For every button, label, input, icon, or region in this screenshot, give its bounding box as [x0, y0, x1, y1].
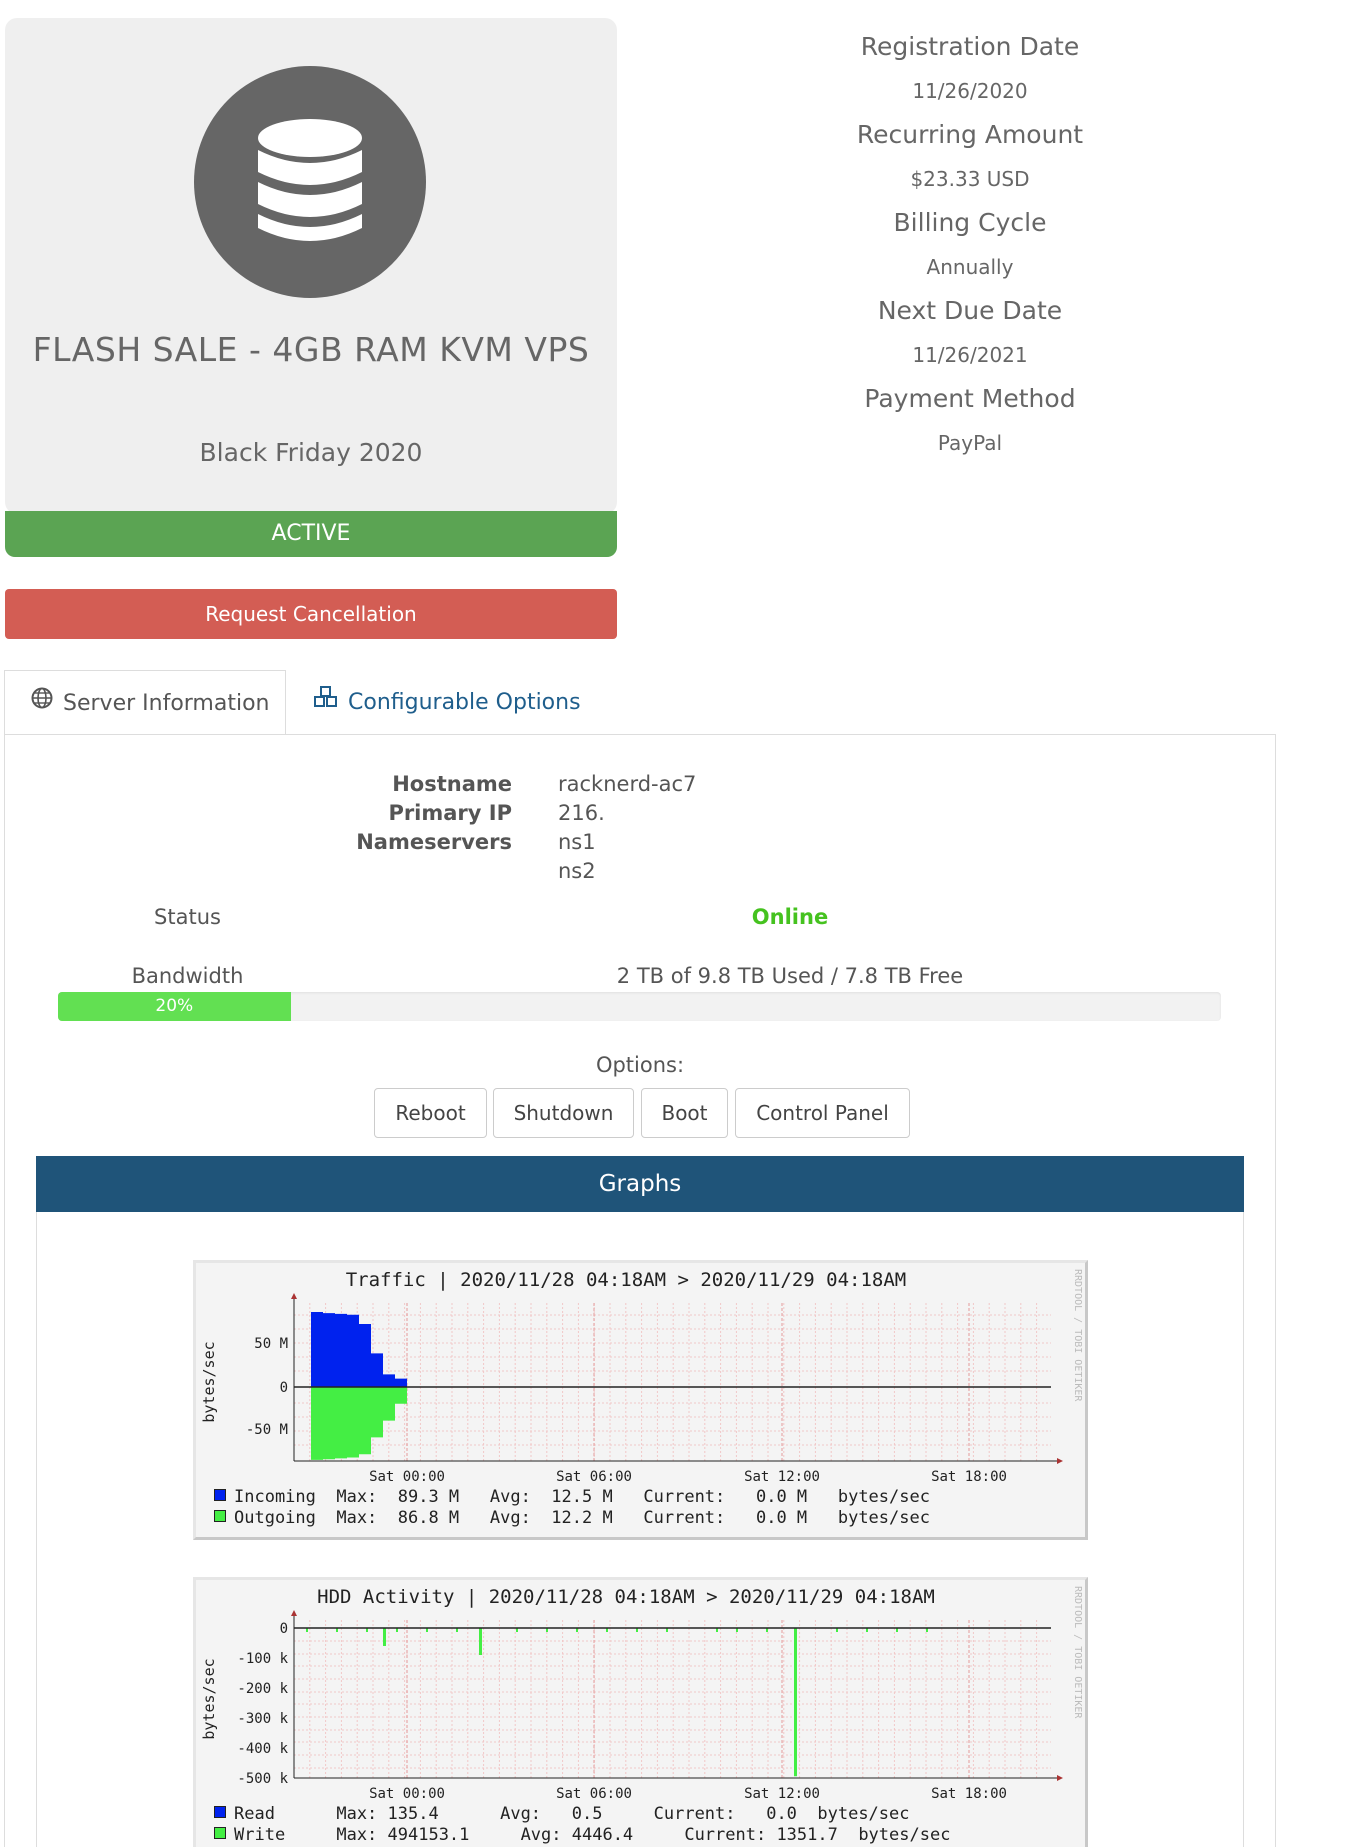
boot-button[interactable]: Boot: [641, 1088, 728, 1138]
tab-configurable-options[interactable]: Configurable Options: [286, 670, 626, 735]
billing-cycle-value: Annually: [926, 255, 1014, 279]
x-axis-arrow: [1057, 1458, 1063, 1464]
payment-method-label: Payment Method: [864, 384, 1076, 413]
billing-cycle-label: Billing Cycle: [893, 208, 1047, 237]
status-badge: ACTIVE: [5, 511, 617, 557]
x-tick-label: Sat 06:00: [556, 1786, 632, 1802]
read-swatch: [214, 1806, 226, 1818]
x-axis-arrow: [1057, 1775, 1063, 1781]
legend-write: Write Max: 494153.1 Avg: 4446.4 Current:…: [214, 1825, 950, 1845]
nameservers-label: Nameservers: [356, 830, 512, 854]
tab-server-information-label: Server Information: [63, 691, 270, 716]
y-tick-label: 0: [280, 1380, 288, 1396]
request-cancellation-button[interactable]: Request Cancellation: [5, 589, 617, 639]
status-label: Status: [154, 905, 221, 929]
globe-icon: [31, 670, 53, 735]
y-axis-arrow: [291, 1293, 297, 1299]
product-name: FLASH SALE - 4GB RAM KVM VPS: [32, 330, 590, 369]
tab-server-information[interactable]: Server Information: [4, 670, 286, 735]
y-tick-label: -300 k: [237, 1711, 288, 1727]
traffic-graph: Traffic | 2020/11/28 04:18AM > 2020/11/2…: [193, 1260, 1088, 1540]
shutdown-button[interactable]: Shutdown: [493, 1088, 634, 1138]
x-tick-label: Sat 18:00: [931, 1469, 1007, 1485]
reboot-button[interactable]: Reboot: [374, 1088, 487, 1138]
y-tick-label: -400 k: [237, 1741, 288, 1757]
recurring-amount-value: $23.33 USD: [910, 167, 1030, 191]
control-panel-button[interactable]: Control Panel: [735, 1088, 910, 1138]
cubes-icon: [314, 669, 338, 734]
y-tick-label: -50 M: [246, 1422, 288, 1438]
tab-configurable-options-label: Configurable Options: [348, 690, 581, 715]
legend-outgoing: Outgoing Max: 86.8 M Avg: 12.2 M Current…: [214, 1508, 930, 1528]
nameserver-2: ns2: [558, 859, 596, 883]
bandwidth-progress-fill: 20%: [58, 992, 291, 1021]
x-tick-label: Sat 12:00: [744, 1469, 820, 1485]
y-tick-label: -100 k: [237, 1651, 288, 1667]
x-tick-label: Sat 00:00: [369, 1786, 445, 1802]
y-axis-label: bytes/sec: [200, 1658, 218, 1739]
legend-read: Read Max: 135.4 Avg: 0.5 Current: 0.0 by…: [214, 1804, 910, 1824]
y-axis-arrow: [291, 1610, 297, 1616]
x-tick-label: Sat 00:00: [369, 1469, 445, 1485]
legend-incoming: Incoming Max: 89.3 M Avg: 12.5 M Current…: [214, 1487, 930, 1507]
database-icon: [194, 66, 426, 298]
write-spike: [479, 1628, 482, 1655]
outgoing-area: [311, 1387, 419, 1460]
bandwidth-value: 2 TB of 9.8 TB Used / 7.8 TB Free: [616, 964, 964, 988]
incoming-swatch: [214, 1489, 226, 1501]
hdd-graph: HDD Activity | 2020/11/28 04:18AM > 2020…: [193, 1577, 1088, 1847]
billing-info: Registration Date 11/26/2020 Recurring A…: [720, 26, 1220, 466]
payment-method-value: PayPal: [937, 431, 1003, 455]
bandwidth-label: Bandwidth: [131, 964, 244, 988]
write-swatch: [214, 1827, 226, 1839]
write-spike: [383, 1628, 386, 1646]
graphs-header: Graphs: [36, 1156, 1244, 1212]
recurring-amount-label: Recurring Amount: [856, 120, 1084, 149]
product-group: Black Friday 2020: [199, 438, 423, 467]
outgoing-swatch: [214, 1510, 226, 1522]
registration-date-value: 11/26/2020: [912, 79, 1028, 103]
hostname-label: Hostname: [392, 772, 512, 796]
x-tick-label: Sat 12:00: [744, 1786, 820, 1802]
bandwidth-progress-bar: 20%: [58, 992, 1221, 1021]
nameserver-1: ns1: [558, 830, 596, 854]
next-due-date-label: Next Due Date: [877, 296, 1063, 325]
y-tick-label: -500 k: [237, 1771, 288, 1787]
status-value: Online: [751, 905, 829, 929]
y-tick-label: 50 M: [254, 1336, 288, 1352]
incoming-area: [311, 1311, 419, 1387]
y-tick-label: 0: [280, 1621, 288, 1637]
y-axis-label: bytes/sec: [200, 1341, 218, 1422]
next-due-date-value: 11/26/2021: [912, 343, 1028, 367]
y-tick-label: -200 k: [237, 1681, 288, 1697]
write-spike: [794, 1628, 797, 1777]
registration-date-label: Registration Date: [860, 32, 1080, 61]
primary-ip-value: 216.: [558, 801, 605, 825]
product-card: FLASH SALE - 4GB RAM KVM VPS Black Frida…: [5, 18, 617, 514]
primary-ip-label: Primary IP: [388, 801, 512, 825]
hostname-value: racknerd-ac7: [558, 772, 697, 796]
options-label: Options:: [595, 1053, 685, 1077]
x-tick-label: Sat 06:00: [556, 1469, 632, 1485]
x-tick-label: Sat 18:00: [931, 1786, 1007, 1802]
